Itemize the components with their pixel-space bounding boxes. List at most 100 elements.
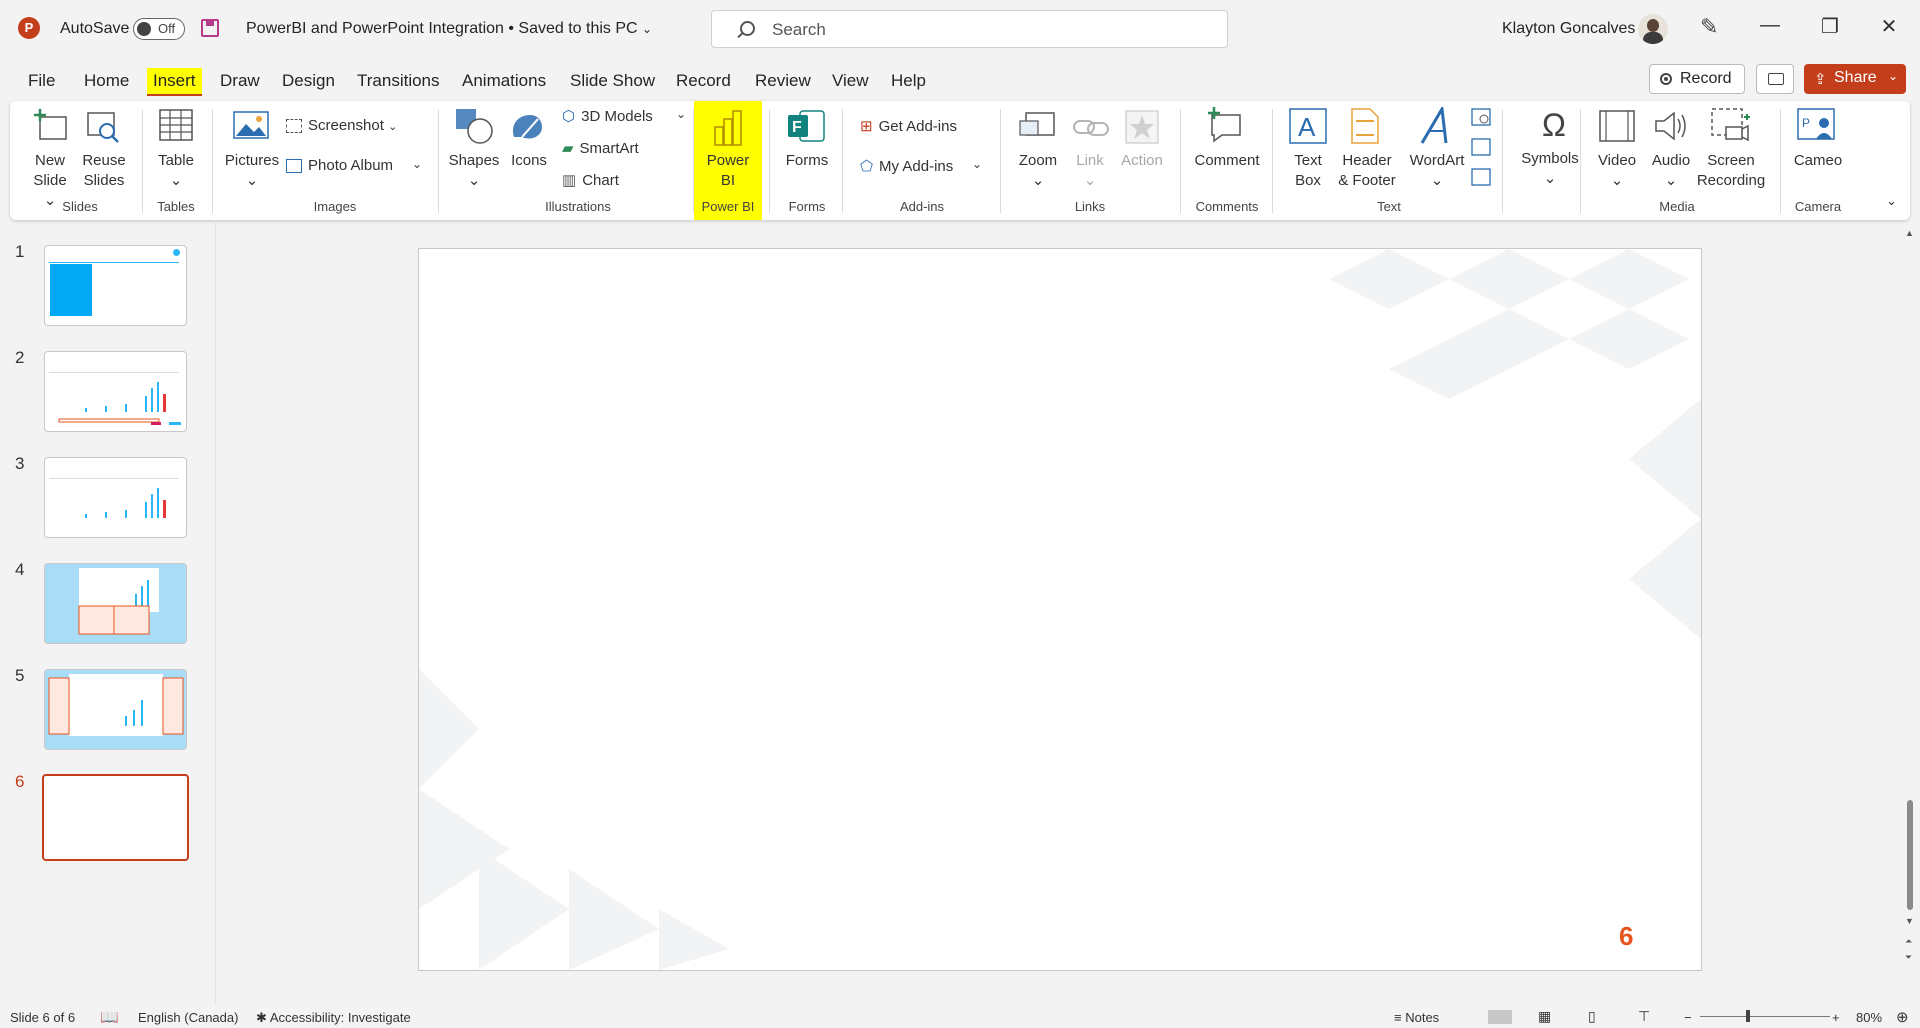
scroll-up-arrow-icon[interactable]: ▲	[1905, 228, 1914, 238]
forms-button[interactable]: Forms	[780, 151, 834, 171]
shapes-button[interactable]: Shapes ⌄	[448, 151, 500, 191]
power-bi-button[interactable]: Power BI	[700, 151, 756, 191]
separator	[1502, 109, 1503, 213]
slide-thumbnail-6[interactable]	[42, 774, 189, 861]
group-label-add-ins: Add-ins	[899, 199, 945, 214]
fit-to-window-icon[interactable]: ⊕	[1896, 1008, 1909, 1026]
scroll-down-arrow-icon[interactable]: ▼	[1905, 916, 1914, 926]
header-footer-button[interactable]: Header & Footer	[1338, 151, 1396, 191]
tab-help[interactable]: Help	[891, 68, 926, 94]
audio-button[interactable]: Audio ⌄	[1646, 151, 1696, 191]
reading-view-icon[interactable]: ▯	[1588, 1008, 1596, 1025]
share-icon: ⇪	[1814, 71, 1827, 88]
slide-thumbnail-5[interactable]	[44, 669, 187, 750]
chart-icon: ▥	[562, 172, 577, 189]
slide-canvas[interactable]: 6	[418, 248, 1702, 971]
comment-button[interactable]: Comment	[1190, 151, 1264, 171]
smartart-button[interactable]: ▰ SmartArt	[562, 139, 639, 157]
pictures-icon	[232, 109, 270, 143]
group-label-text: Text	[1377, 199, 1401, 214]
action-button[interactable]: Action	[1118, 151, 1166, 171]
icons-button[interactable]: Icons	[506, 151, 552, 171]
minimize-button[interactable]: —	[1755, 14, 1785, 37]
wordart-button[interactable]: WordArt ⌄	[1408, 151, 1466, 191]
video-button[interactable]: Video ⌄	[1594, 151, 1640, 191]
accessibility-button[interactable]: ✱ Accessibility: Investigate	[256, 1010, 411, 1026]
restore-button[interactable]: ❐	[1815, 14, 1845, 39]
tab-insert[interactable]: Insert	[147, 68, 202, 96]
spelling-book-icon[interactable]: 📖	[100, 1008, 119, 1026]
notes-button[interactable]: ≡ Notes	[1394, 1010, 1439, 1025]
next-slide-icon[interactable]: ⏷	[1905, 952, 1912, 963]
screenshot-button[interactable]: Screenshot ⌄	[286, 117, 397, 134]
reuse-slides-button[interactable]: Reuse Slides	[80, 151, 128, 191]
tab-animations[interactable]: Animations	[462, 68, 546, 94]
get-add-ins-button[interactable]: ⊞ Get Add-ins	[860, 117, 957, 135]
action-icon	[1124, 109, 1160, 145]
symbols-button[interactable]: Symbols ⌄	[1514, 149, 1586, 189]
slide-show-icon[interactable]: ⊤	[1638, 1008, 1650, 1025]
photo-album-button[interactable]: Photo Album	[286, 157, 393, 174]
chevron-down-icon[interactable]: ⌄	[412, 157, 422, 171]
tab-draw[interactable]: Draw	[220, 68, 260, 94]
chevron-down-icon[interactable]: ⌄	[1888, 69, 1898, 83]
link-button[interactable]: Link ⌄	[1068, 151, 1112, 191]
search-input[interactable]: Search	[711, 10, 1228, 48]
tab-design[interactable]: Design	[282, 68, 335, 94]
record-label: Record	[1680, 70, 1732, 87]
pictures-button[interactable]: Pictures ⌄	[222, 151, 282, 191]
slide-thumbnail-1[interactable]	[44, 245, 187, 326]
zoom-level[interactable]: 80%	[1856, 1010, 1882, 1025]
comments-button[interactable]	[1756, 64, 1794, 94]
slide-thumbnail-2[interactable]	[44, 351, 187, 432]
ribbon: New Slide ⌄ Reuse Slides Slides Table ⌄ Tab…	[10, 101, 1910, 220]
icons-icon	[508, 107, 548, 145]
tab-view[interactable]: View	[832, 68, 869, 94]
zoom-in-icon[interactable]: +	[1832, 1010, 1840, 1025]
document-title[interactable]: PowerBI and PowerPoint Integration • Sav…	[246, 20, 652, 38]
text-more-icons[interactable]	[1470, 107, 1492, 197]
user-name[interactable]: Klayton Goncalves	[1502, 20, 1635, 38]
scrollbar-thumb[interactable]	[1907, 800, 1913, 910]
designer-pen-icon[interactable]: ✎	[1700, 14, 1718, 40]
share-button[interactable]: ⇪ Share ⌄	[1804, 64, 1906, 94]
record-button[interactable]: Record	[1649, 64, 1745, 94]
zoom-out-icon[interactable]: −	[1684, 1010, 1692, 1025]
normal-view-icon[interactable]	[1488, 1010, 1512, 1024]
slide-sorter-icon[interactable]: ▦	[1538, 1008, 1551, 1025]
separator	[842, 109, 843, 213]
wordart-icon	[1420, 104, 1454, 145]
avatar[interactable]	[1638, 14, 1668, 44]
autosave-toggle[interactable]: Off	[133, 18, 185, 40]
screen-recording-button[interactable]: Screen Recording	[1696, 151, 1766, 191]
my-add-ins-button[interactable]: ⬠ My Add-ins	[860, 157, 953, 175]
chevron-down-icon[interactable]: ⌄	[972, 157, 982, 171]
language[interactable]: English (Canada)	[138, 1010, 238, 1025]
text-box-button[interactable]: Text Box	[1284, 151, 1332, 191]
thumbnail-number: 1	[15, 242, 25, 261]
zoom-slider[interactable]	[1700, 1016, 1830, 1017]
tab-slide-show[interactable]: Slide Show	[570, 68, 655, 94]
table-button[interactable]: Table ⌄	[150, 151, 202, 191]
cameo-button[interactable]: Cameo	[1790, 151, 1846, 171]
ribbon-collapse-chevron-icon[interactable]: ⌄	[1886, 193, 1897, 209]
tab-review[interactable]: Review	[755, 68, 811, 94]
tab-transitions[interactable]: Transitions	[357, 68, 440, 94]
close-button[interactable]: ✕	[1874, 14, 1904, 39]
previous-slide-icon[interactable]: ⏶	[1905, 936, 1912, 947]
slide-thumbnail-3[interactable]	[44, 457, 187, 538]
tab-home[interactable]: Home	[84, 68, 129, 94]
3d-models-button[interactable]: ⬡ 3D Models	[562, 107, 653, 125]
tab-file[interactable]: File	[28, 68, 55, 94]
text-box-icon: A	[1288, 107, 1328, 145]
chart-button[interactable]: ▥ Chart	[562, 171, 619, 189]
zoom-button[interactable]: Zoom ⌄	[1014, 151, 1062, 191]
audio-icon	[1652, 109, 1690, 143]
save-icon[interactable]	[201, 19, 219, 37]
tab-record[interactable]: Record	[676, 68, 731, 94]
autosave-label: AutoSave	[60, 20, 130, 37]
slide-thumbnail-4[interactable]	[44, 563, 187, 644]
background-triangle-pattern	[419, 249, 1701, 970]
chevron-down-icon[interactable]: ⌄	[676, 107, 686, 121]
zoom-slider-thumb[interactable]	[1746, 1010, 1750, 1022]
